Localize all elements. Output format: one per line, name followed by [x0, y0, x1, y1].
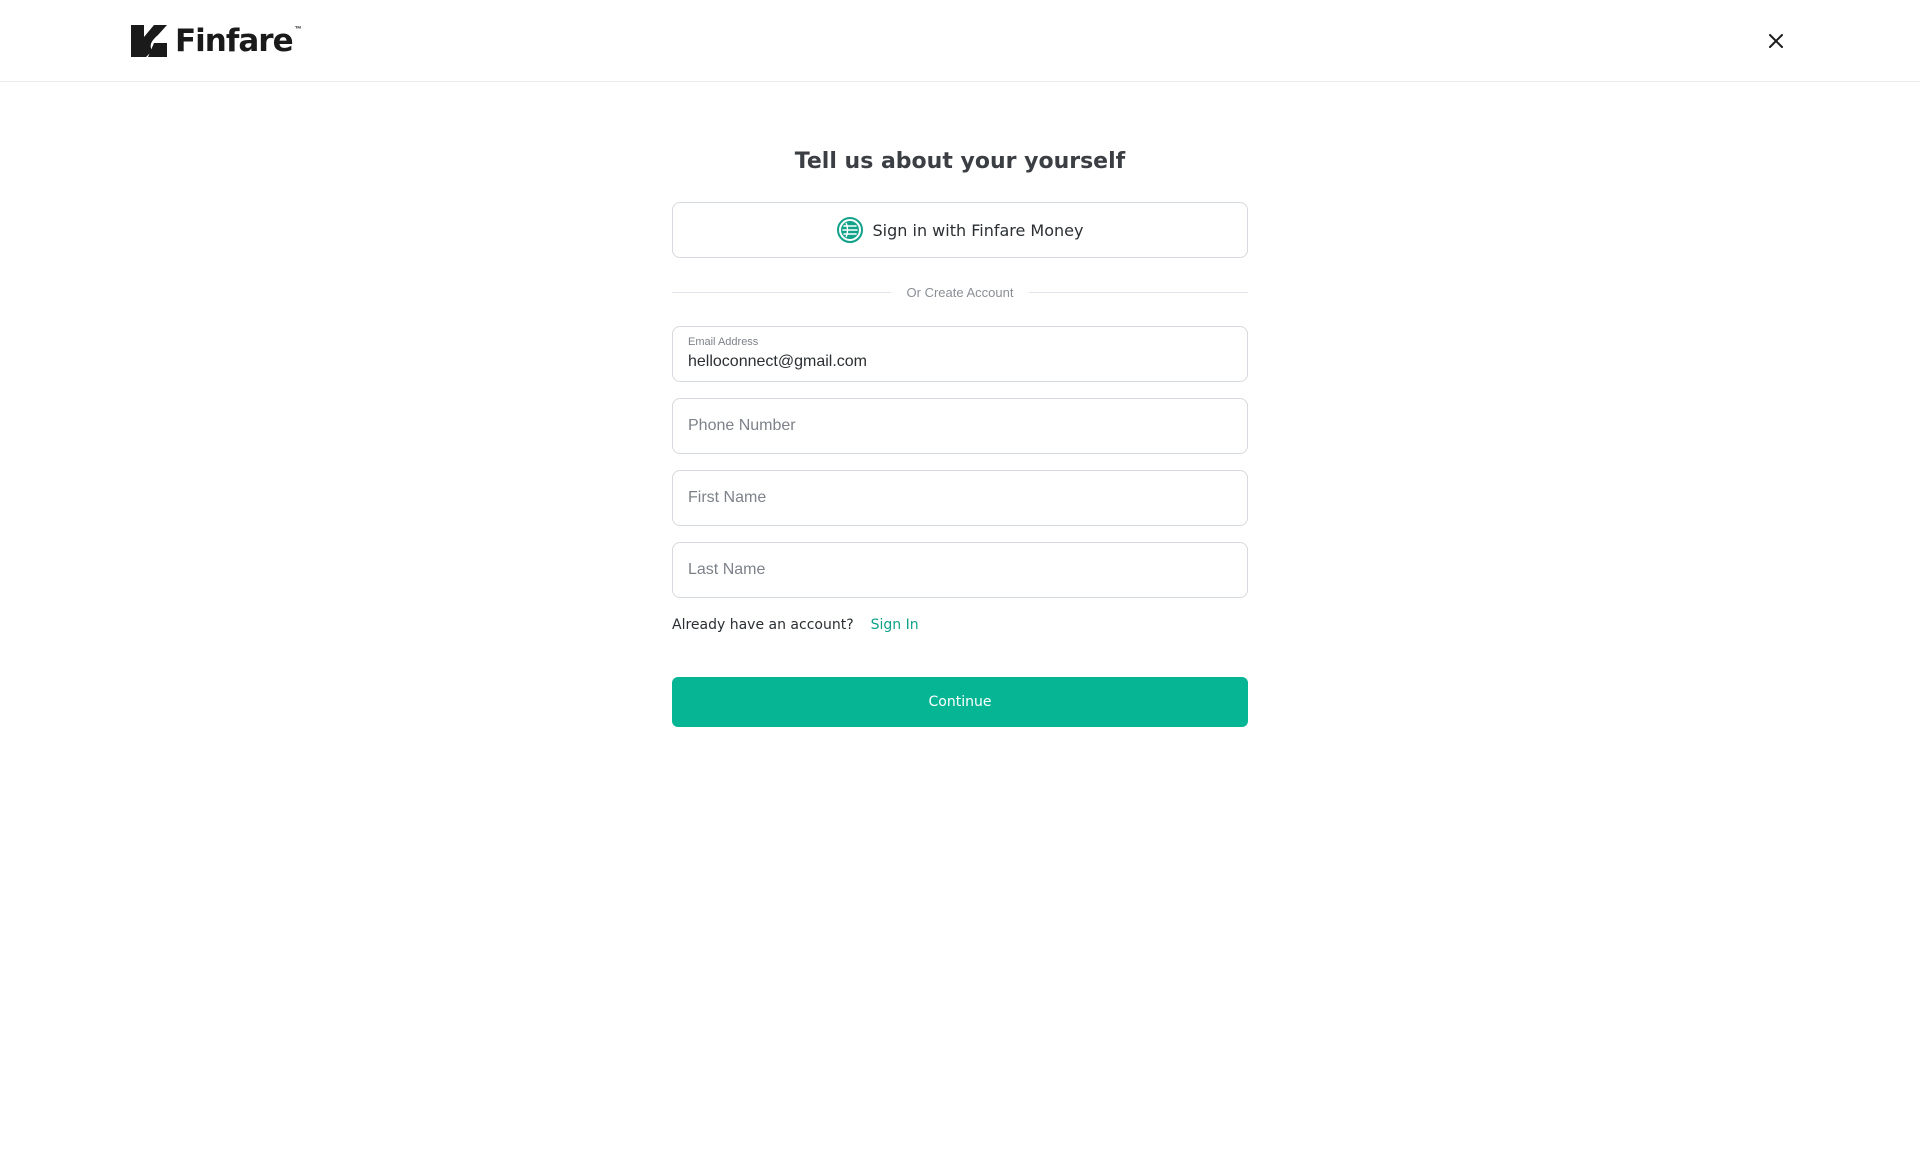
top-bar: Finfare ™: [0, 0, 1920, 82]
sso-button-label: Sign in with Finfare Money: [872, 220, 1084, 240]
signup-form: Tell us about your yourself Sign in with…: [672, 140, 1249, 727]
email-field[interactable]: Email Address: [672, 326, 1248, 382]
page-title: Tell us about your yourself: [794, 149, 1126, 174]
sign-in-link[interactable]: Sign In: [871, 617, 919, 633]
or-divider: Or Create Account: [672, 283, 1249, 301]
first-name-field[interactable]: [672, 470, 1248, 526]
logo-trademark: ™: [294, 25, 302, 33]
signin-row: Already have an account? Sign In: [672, 615, 1248, 635]
divider-text: Or Create Account: [906, 284, 1014, 300]
signin-prompt: Already have an account?: [672, 617, 854, 633]
phone-number-input[interactable]: [688, 399, 1228, 453]
email-input[interactable]: [688, 353, 1228, 371]
last-name-field[interactable]: [672, 542, 1248, 598]
divider-line-right: [1029, 291, 1249, 293]
close-button[interactable]: [1763, 28, 1789, 54]
finfare-logo[interactable]: Finfare ™: [127, 22, 306, 60]
finfare-logo-icon: [131, 25, 167, 57]
first-name-input[interactable]: [688, 471, 1228, 525]
logo-wordmark: Finfare: [175, 22, 294, 59]
email-field-label: Email Address: [688, 336, 759, 348]
sign-in-with-finfare-money-button[interactable]: Sign in with Finfare Money: [672, 202, 1248, 258]
close-icon: [1769, 34, 1783, 48]
finfare-money-icon: [836, 217, 863, 243]
divider-line-left: [672, 291, 891, 293]
last-name-input[interactable]: [688, 543, 1228, 597]
phone-number-field[interactable]: [672, 398, 1248, 454]
continue-button[interactable]: Continue: [672, 677, 1248, 727]
